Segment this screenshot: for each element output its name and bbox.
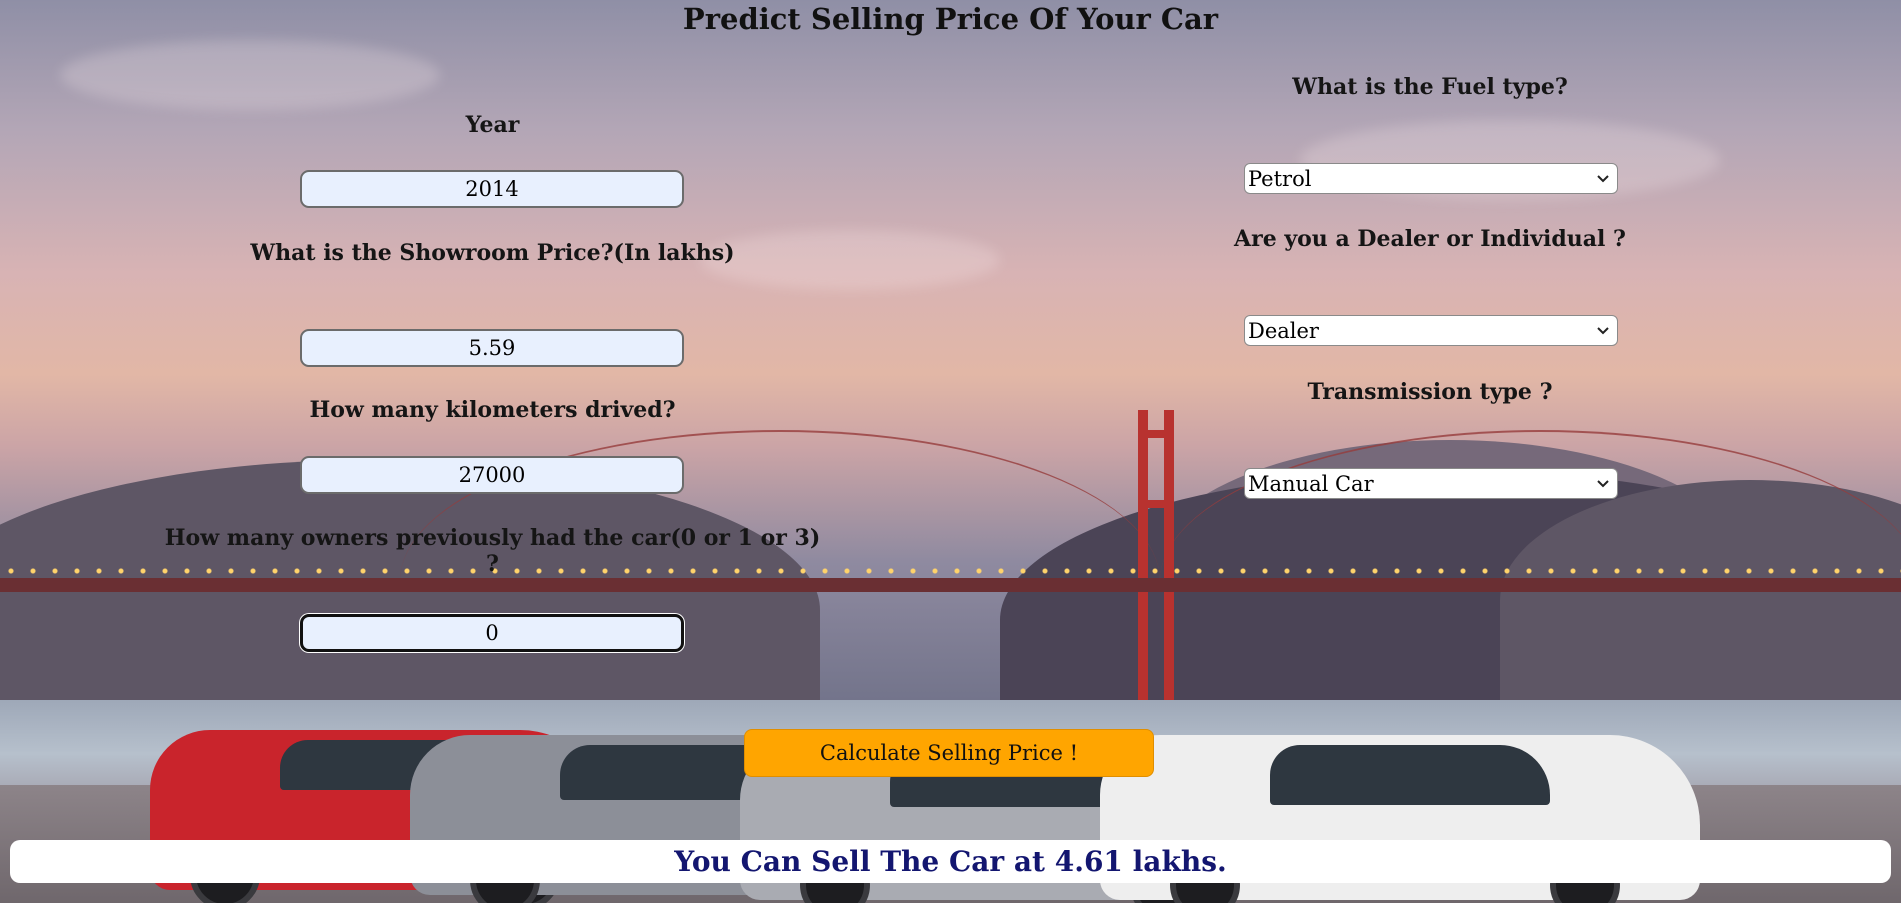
fuel-type-selected: Petrol bbox=[1248, 166, 1312, 191]
bridge-tower-brace bbox=[1138, 500, 1174, 508]
bridge-tower-brace bbox=[1138, 430, 1174, 438]
transmission-selected: Manual Car bbox=[1248, 471, 1374, 496]
transmission-label: Transmission type ? bbox=[1307, 379, 1553, 405]
seller-type-select[interactable]: Dealer bbox=[1244, 315, 1618, 346]
showroom-price-input[interactable] bbox=[300, 329, 684, 367]
owners-label: How many owners previously had the car(0… bbox=[164, 525, 821, 577]
fuel-type-select[interactable]: Petrol bbox=[1244, 163, 1618, 194]
form-left-column: Year What is the Showroom Price?(In lakh… bbox=[160, 0, 825, 700]
kms-driven-input[interactable] bbox=[300, 456, 684, 494]
fuel-type-label: What is the Fuel type? bbox=[1292, 74, 1568, 100]
seller-type-selected: Dealer bbox=[1248, 318, 1319, 343]
seller-type-label: Are you a Dealer or Individual ? bbox=[1234, 226, 1626, 252]
year-label: Year bbox=[465, 112, 520, 138]
form-right-column: What is the Fuel type? Petrol Are you a … bbox=[1180, 0, 1680, 700]
chevron-down-icon bbox=[1597, 480, 1609, 488]
chevron-down-icon bbox=[1597, 327, 1609, 335]
result-banner: You Can Sell The Car at 4.61 lakhs. bbox=[10, 840, 1891, 883]
result-text: You Can Sell The Car at 4.61 lakhs. bbox=[674, 845, 1227, 878]
bridge-tower bbox=[1138, 410, 1148, 700]
owners-input[interactable] bbox=[300, 614, 684, 652]
transmission-select[interactable]: Manual Car bbox=[1244, 468, 1618, 499]
bridge-tower bbox=[1164, 410, 1174, 700]
chevron-down-icon bbox=[1597, 175, 1609, 183]
showroom-price-label: What is the Showroom Price?(In lakhs) bbox=[250, 240, 735, 266]
calculate-selling-price-button[interactable]: Calculate Selling Price ! bbox=[744, 729, 1154, 777]
year-input[interactable] bbox=[300, 170, 684, 208]
kms-driven-label: How many kilometers drived? bbox=[309, 397, 676, 423]
